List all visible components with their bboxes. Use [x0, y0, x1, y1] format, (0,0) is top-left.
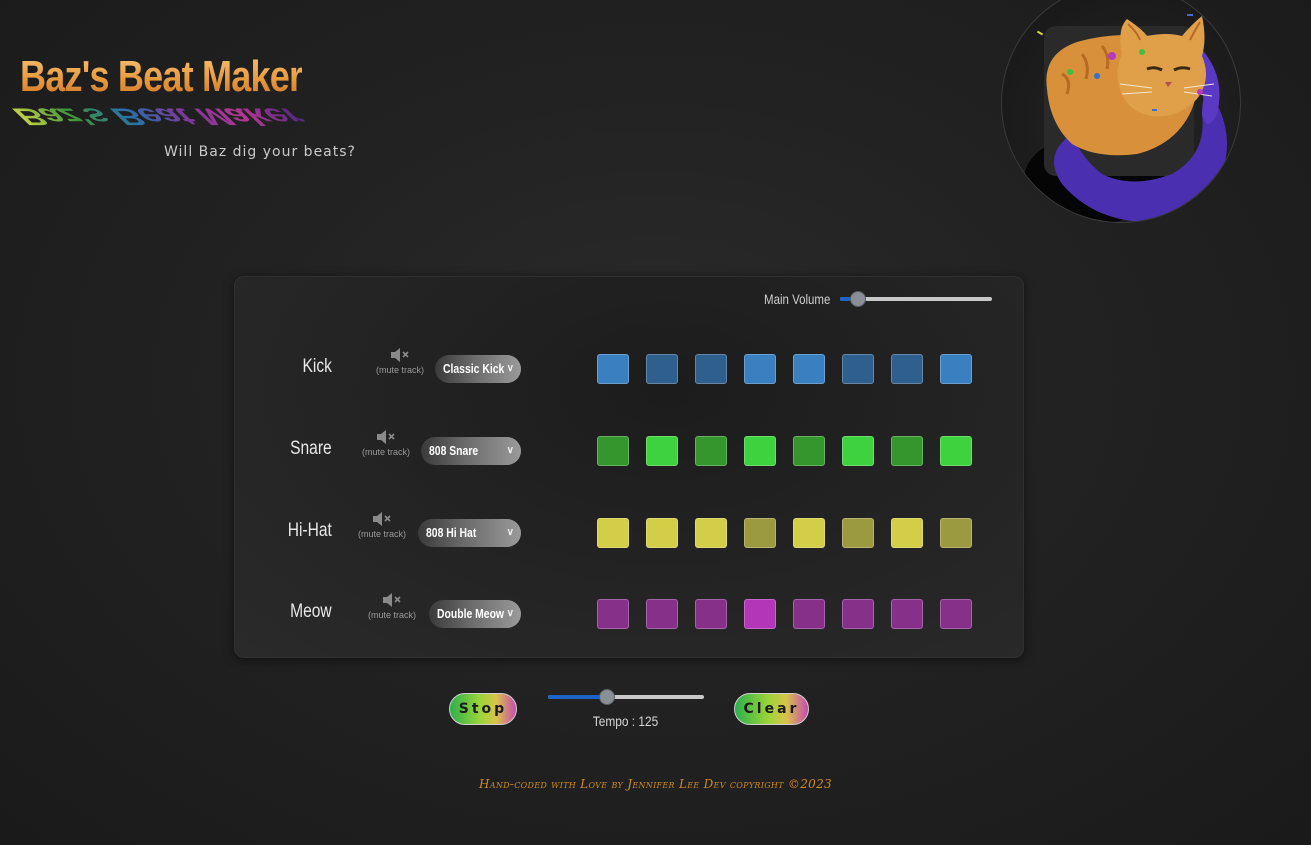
mute-track-button[interactable]: (mute track) — [370, 346, 430, 375]
speaker-mute-icon — [391, 348, 409, 362]
beat-pad[interactable] — [891, 599, 923, 629]
chevron-down-icon: ∨ — [506, 527, 514, 538]
beat-pad[interactable] — [842, 518, 874, 548]
beat-pad[interactable] — [940, 518, 972, 548]
tempo-control — [548, 689, 704, 705]
app-title: Baz's Beat Maker — [20, 52, 303, 101]
sound-select-value: Classic Kick — [443, 361, 505, 376]
sound-select-value: Double Meow — [437, 606, 505, 621]
beat-pad[interactable] — [597, 436, 629, 466]
beat-pad[interactable] — [744, 599, 776, 629]
main-volume-slider[interactable] — [840, 291, 992, 307]
mute-track-button[interactable]: (mute track) — [352, 510, 412, 539]
mute-track-label: (mute track) — [375, 365, 424, 375]
mute-track-label: (mute track) — [367, 610, 416, 620]
sound-select[interactable]: Double Meow ∨ — [429, 600, 521, 628]
beat-pad[interactable] — [695, 599, 727, 629]
track-row: Kick (mute track) Classic Kick ∨ — [234, 344, 1022, 394]
tempo-slider[interactable] — [548, 689, 704, 705]
baz-cat-avatar — [1001, 0, 1241, 223]
mute-track-label: (mute track) — [357, 529, 406, 539]
sound-select[interactable]: 808 Hi Hat ∨ — [418, 519, 521, 547]
stop-button[interactable]: Stop — [449, 693, 517, 725]
beat-pad[interactable] — [842, 436, 874, 466]
beat-pad[interactable] — [793, 354, 825, 384]
beat-pad[interactable] — [842, 354, 874, 384]
app-header: Baz's Beat Maker Baz's Beat Maker Will B… — [4, 52, 378, 172]
beat-pad[interactable] — [891, 354, 923, 384]
footer-credit: Hand-coded with Love by Jennifer Lee Dev… — [479, 777, 832, 791]
beat-pad[interactable] — [695, 436, 727, 466]
track-name: Meow — [290, 601, 332, 622]
track-name: Kick — [302, 356, 332, 377]
beat-pad[interactable] — [744, 354, 776, 384]
main-volume-thumb[interactable] — [850, 291, 866, 307]
sound-select[interactable]: 808 Snare ∨ — [421, 437, 521, 465]
beat-pad[interactable] — [695, 354, 727, 384]
mute-track-button[interactable]: (mute track) — [362, 591, 422, 620]
beat-pad[interactable] — [695, 518, 727, 548]
mute-track-label: (mute track) — [361, 447, 410, 457]
chevron-down-icon: ∨ — [506, 363, 514, 374]
beat-pad[interactable] — [793, 436, 825, 466]
beat-pad[interactable] — [940, 599, 972, 629]
clear-button[interactable]: Clear — [734, 693, 809, 725]
beat-pad[interactable] — [646, 599, 678, 629]
speaker-mute-icon — [383, 593, 401, 607]
chevron-down-icon: ∨ — [506, 608, 514, 619]
track-row: Hi-Hat (mute track) 808 Hi Hat ∨ — [234, 508, 1022, 558]
sound-select-value: 808 Snare — [429, 443, 479, 458]
beat-pad[interactable] — [646, 436, 678, 466]
beat-pad[interactable] — [744, 436, 776, 466]
beat-pad[interactable] — [646, 518, 678, 548]
main-volume-control: Main Volume — [764, 291, 992, 307]
beat-pad[interactable] — [891, 436, 923, 466]
app-subtitle: Will Baz dig your beats? — [164, 144, 356, 160]
beat-pad[interactable] — [793, 599, 825, 629]
main-volume-label: Main Volume — [764, 291, 831, 307]
beat-pad[interactable] — [646, 354, 678, 384]
chevron-down-icon: ∨ — [506, 445, 514, 456]
speaker-mute-icon — [377, 430, 395, 444]
sound-select-value: 808 Hi Hat — [426, 525, 477, 540]
tempo-label: Tempo : 125 — [593, 713, 659, 729]
track-name: Hi-Hat — [287, 520, 332, 541]
track-row: Meow (mute track) Double Meow ∨ — [234, 589, 1022, 639]
beat-pad[interactable] — [793, 518, 825, 548]
beat-pad[interactable] — [891, 518, 923, 548]
tempo-thumb[interactable] — [599, 689, 615, 705]
beat-pad[interactable] — [744, 518, 776, 548]
cat-in-boa-icon — [1036, 14, 1227, 222]
speaker-mute-icon — [373, 512, 391, 526]
beat-pad[interactable] — [940, 354, 972, 384]
beat-pad[interactable] — [597, 354, 629, 384]
beat-pad[interactable] — [597, 599, 629, 629]
beat-pad[interactable] — [940, 436, 972, 466]
beat-pad[interactable] — [842, 599, 874, 629]
track-row: Snare (mute track) 808 Snare ∨ — [234, 426, 1022, 476]
sound-select[interactable]: Classic Kick ∨ — [435, 355, 521, 383]
mute-track-button[interactable]: (mute track) — [356, 428, 416, 457]
app-title-reflection: Baz's Beat Maker — [3, 103, 315, 130]
beat-pad[interactable] — [597, 518, 629, 548]
track-name: Snare — [290, 438, 332, 459]
